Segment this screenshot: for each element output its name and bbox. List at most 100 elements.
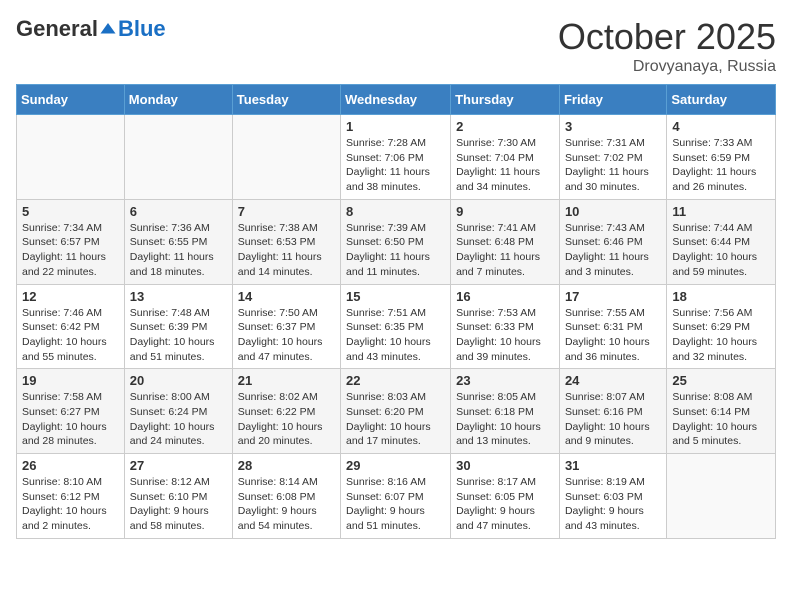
calendar-table: SundayMondayTuesdayWednesdayThursdayFrid… <box>16 84 776 539</box>
day-info: Sunrise: 7:56 AM Sunset: 6:29 PM Dayligh… <box>672 306 770 365</box>
day-number: 18 <box>672 289 770 304</box>
day-number: 3 <box>565 119 661 134</box>
day-info: Sunrise: 7:38 AM Sunset: 6:53 PM Dayligh… <box>238 221 335 280</box>
day-number: 24 <box>565 373 661 388</box>
day-info: Sunrise: 8:19 AM Sunset: 6:03 PM Dayligh… <box>565 475 661 534</box>
calendar-cell: 6 Sunrise: 7:36 AM Sunset: 6:55 PM Daylig… <box>124 199 232 284</box>
calendar-cell: 13 Sunrise: 7:48 AM Sunset: 6:39 PM Dayli… <box>124 284 232 369</box>
day-info: Sunrise: 7:55 AM Sunset: 6:31 PM Dayligh… <box>565 306 661 365</box>
day-number: 23 <box>456 373 554 388</box>
day-info: Sunrise: 7:28 AM Sunset: 7:06 PM Dayligh… <box>346 136 445 195</box>
calendar-week-row: 12 Sunrise: 7:46 AM Sunset: 6:42 PM Dayli… <box>17 284 776 369</box>
calendar-cell: 22 Sunrise: 8:03 AM Sunset: 6:20 PM Dayli… <box>341 369 451 454</box>
day-info: Sunrise: 7:43 AM Sunset: 6:46 PM Dayligh… <box>565 221 661 280</box>
logo-blue-text: Blue <box>118 16 166 42</box>
calendar-cell: 18 Sunrise: 7:56 AM Sunset: 6:29 PM Dayli… <box>667 284 776 369</box>
calendar-cell: 3Sunrise: 7:31 AM Sunset: 7:02 PM Daylig… <box>559 115 666 200</box>
day-number: 28 <box>238 458 335 473</box>
calendar-cell: 14 Sunrise: 7:50 AM Sunset: 6:37 PM Dayli… <box>232 284 340 369</box>
calendar-cell: 31 Sunrise: 8:19 AM Sunset: 6:03 PM Dayli… <box>559 454 666 539</box>
calendar-cell: 8Sunrise: 7:39 AM Sunset: 6:50 PM Daylig… <box>341 199 451 284</box>
calendar-cell: 15Sunrise: 7:51 AM Sunset: 6:35 PM Dayli… <box>341 284 451 369</box>
weekday-header-monday: Monday <box>124 85 232 115</box>
weekday-header-wednesday: Wednesday <box>341 85 451 115</box>
day-info: Sunrise: 8:08 AM Sunset: 6:14 PM Dayligh… <box>672 390 770 449</box>
day-number: 14 <box>238 289 335 304</box>
day-number: 22 <box>346 373 445 388</box>
day-info: Sunrise: 8:07 AM Sunset: 6:16 PM Dayligh… <box>565 390 661 449</box>
day-info: Sunrise: 8:00 AM Sunset: 6:24 PM Dayligh… <box>130 390 227 449</box>
day-number: 17 <box>565 289 661 304</box>
page-header: General Blue October 2025 Drovyanaya, Ru… <box>16 16 776 76</box>
day-number: 5 <box>22 204 119 219</box>
day-info: Sunrise: 7:39 AM Sunset: 6:50 PM Dayligh… <box>346 221 445 280</box>
day-number: 7 <box>238 204 335 219</box>
day-number: 11 <box>672 204 770 219</box>
calendar-cell <box>17 115 125 200</box>
calendar-cell: 9 Sunrise: 7:41 AM Sunset: 6:48 PM Daylig… <box>451 199 560 284</box>
day-info: Sunrise: 8:02 AM Sunset: 6:22 PM Dayligh… <box>238 390 335 449</box>
day-number: 31 <box>565 458 661 473</box>
weekday-header-tuesday: Tuesday <box>232 85 340 115</box>
day-info: Sunrise: 7:33 AM Sunset: 6:59 PM Dayligh… <box>672 136 770 195</box>
calendar-cell: 2Sunrise: 7:30 AM Sunset: 7:04 PM Daylig… <box>451 115 560 200</box>
logo-icon <box>99 20 117 38</box>
day-info: Sunrise: 8:17 AM Sunset: 6:05 PM Dayligh… <box>456 475 554 534</box>
day-number: 4 <box>672 119 770 134</box>
day-info: Sunrise: 8:10 AM Sunset: 6:12 PM Dayligh… <box>22 475 119 534</box>
day-number: 30 <box>456 458 554 473</box>
calendar-cell: 26Sunrise: 8:10 AM Sunset: 6:12 PM Dayli… <box>17 454 125 539</box>
day-number: 13 <box>130 289 227 304</box>
calendar-cell: 4 Sunrise: 7:33 AM Sunset: 6:59 PM Daylig… <box>667 115 776 200</box>
day-number: 27 <box>130 458 227 473</box>
calendar-cell: 30 Sunrise: 8:17 AM Sunset: 6:05 PM Dayli… <box>451 454 560 539</box>
day-number: 15 <box>346 289 445 304</box>
calendar-cell: 16 Sunrise: 7:53 AM Sunset: 6:33 PM Dayli… <box>451 284 560 369</box>
weekday-header-thursday: Thursday <box>451 85 560 115</box>
day-number: 16 <box>456 289 554 304</box>
calendar-week-row: 26Sunrise: 8:10 AM Sunset: 6:12 PM Dayli… <box>17 454 776 539</box>
day-info: Sunrise: 7:50 AM Sunset: 6:37 PM Dayligh… <box>238 306 335 365</box>
day-number: 2 <box>456 119 554 134</box>
logo-general-text: General <box>16 16 98 42</box>
weekday-header-friday: Friday <box>559 85 666 115</box>
calendar-cell: 11 Sunrise: 7:44 AM Sunset: 6:44 PM Dayli… <box>667 199 776 284</box>
day-number: 10 <box>565 204 661 219</box>
calendar-cell: 25 Sunrise: 8:08 AM Sunset: 6:14 PM Dayli… <box>667 369 776 454</box>
day-number: 20 <box>130 373 227 388</box>
day-number: 25 <box>672 373 770 388</box>
location: Drovyanaya, Russia <box>558 58 776 76</box>
calendar-cell <box>667 454 776 539</box>
day-number: 29 <box>346 458 445 473</box>
calendar-cell: 5 Sunrise: 7:34 AM Sunset: 6:57 PM Daylig… <box>17 199 125 284</box>
logo: General Blue <box>16 16 166 42</box>
day-number: 9 <box>456 204 554 219</box>
calendar-cell: 1Sunrise: 7:28 AM Sunset: 7:06 PM Daylig… <box>341 115 451 200</box>
weekday-header-sunday: Sunday <box>17 85 125 115</box>
day-number: 12 <box>22 289 119 304</box>
calendar-cell: 21 Sunrise: 8:02 AM Sunset: 6:22 PM Dayli… <box>232 369 340 454</box>
day-info: Sunrise: 8:16 AM Sunset: 6:07 PM Dayligh… <box>346 475 445 534</box>
calendar-week-row: 5 Sunrise: 7:34 AM Sunset: 6:57 PM Daylig… <box>17 199 776 284</box>
day-info: Sunrise: 7:41 AM Sunset: 6:48 PM Dayligh… <box>456 221 554 280</box>
day-info: Sunrise: 7:58 AM Sunset: 6:27 PM Dayligh… <box>22 390 119 449</box>
day-number: 21 <box>238 373 335 388</box>
day-info: Sunrise: 7:36 AM Sunset: 6:55 PM Dayligh… <box>130 221 227 280</box>
day-info: Sunrise: 7:34 AM Sunset: 6:57 PM Dayligh… <box>22 221 119 280</box>
weekday-header-saturday: Saturday <box>667 85 776 115</box>
day-info: Sunrise: 8:05 AM Sunset: 6:18 PM Dayligh… <box>456 390 554 449</box>
day-info: Sunrise: 7:46 AM Sunset: 6:42 PM Dayligh… <box>22 306 119 365</box>
calendar-cell: 28Sunrise: 8:14 AM Sunset: 6:08 PM Dayli… <box>232 454 340 539</box>
month-title: October 2025 <box>558 16 776 58</box>
day-info: Sunrise: 8:03 AM Sunset: 6:20 PM Dayligh… <box>346 390 445 449</box>
day-info: Sunrise: 8:12 AM Sunset: 6:10 PM Dayligh… <box>130 475 227 534</box>
day-info: Sunrise: 7:48 AM Sunset: 6:39 PM Dayligh… <box>130 306 227 365</box>
calendar-cell: 24 Sunrise: 8:07 AM Sunset: 6:16 PM Dayli… <box>559 369 666 454</box>
day-info: Sunrise: 7:44 AM Sunset: 6:44 PM Dayligh… <box>672 221 770 280</box>
day-number: 6 <box>130 204 227 219</box>
title-block: October 2025 Drovyanaya, Russia <box>558 16 776 76</box>
calendar-cell: 10 Sunrise: 7:43 AM Sunset: 6:46 PM Dayli… <box>559 199 666 284</box>
day-info: Sunrise: 7:53 AM Sunset: 6:33 PM Dayligh… <box>456 306 554 365</box>
calendar-cell <box>232 115 340 200</box>
day-number: 19 <box>22 373 119 388</box>
